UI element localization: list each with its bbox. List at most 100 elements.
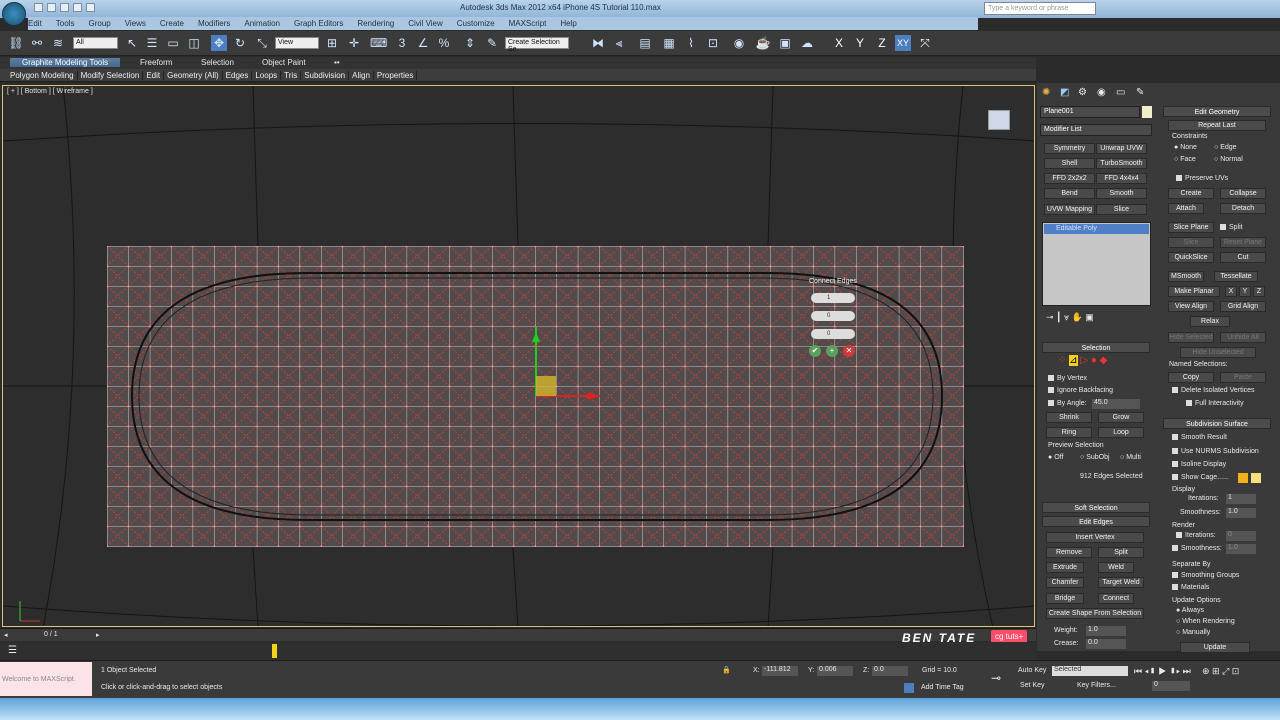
graphite-tools-icon[interactable]: ▦	[661, 35, 677, 51]
constraint-normal-radio[interactable]: ○ Normal	[1214, 156, 1243, 163]
new-icon[interactable]	[34, 3, 43, 12]
select-by-name-icon[interactable]: ☰	[144, 35, 160, 51]
caddy-cancel-icon[interactable]: ✕	[843, 345, 855, 357]
display-tab-icon[interactable]: ▭	[1116, 87, 1125, 98]
modify-tab-icon[interactable]: ◩	[1060, 87, 1069, 98]
viewport-nav-icons[interactable]: ⊕ ⊞ ⤢ ⊡	[1202, 666, 1239, 677]
save-icon[interactable]	[60, 3, 69, 12]
insert-vertex-button[interactable]: Insert Vertex	[1046, 532, 1144, 543]
smoothing-groups-checkbox[interactable]: Smoothing Groups	[1172, 572, 1239, 579]
menu-rendering[interactable]: Rendering	[357, 19, 394, 28]
crease-spinner[interactable]: 0.0	[1086, 639, 1126, 649]
tab-object-paint[interactable]: Object Paint	[262, 58, 306, 67]
tab-selection[interactable]: Selection	[201, 58, 234, 67]
render-iterations-spinner[interactable]: 0	[1226, 531, 1256, 541]
update-manually-radio[interactable]: ○ Manually	[1176, 629, 1210, 636]
edit-named-selection-icon[interactable]: ✎	[484, 35, 500, 51]
panel-polygon-modeling[interactable]: Polygon Modeling	[0, 71, 78, 80]
extrude-button[interactable]: Extrude	[1046, 562, 1084, 573]
loop-button[interactable]: Loop	[1098, 427, 1144, 438]
panel-tris[interactable]: Tris	[281, 71, 302, 80]
current-frame-field[interactable]: 0	[1152, 681, 1190, 691]
reset-plane-button[interactable]: Reset Plane	[1220, 237, 1266, 248]
percent-snap-icon[interactable]: %	[436, 35, 452, 51]
snaps-toggle-icon[interactable]: 3	[394, 35, 410, 51]
menu-graph-editors[interactable]: Graph Editors	[294, 19, 343, 28]
modifier-list-dropdown[interactable]: Modifier List	[1040, 124, 1152, 136]
chamfer-button[interactable]: Chamfer	[1046, 577, 1084, 588]
planar-z-button[interactable]: Z	[1253, 286, 1265, 297]
keyboard-shortcut-override-icon[interactable]: ⌨	[370, 35, 387, 51]
ignore-backfacing-checkbox[interactable]: Ignore Backfacing	[1048, 387, 1113, 394]
target-weld-button[interactable]: Target Weld	[1098, 577, 1144, 588]
viewport-bottom[interactable]: [ + ] [ Bottom ] [ Wireframe ] Connect E…	[2, 85, 1035, 627]
make-planar-button[interactable]: Make Planar	[1168, 286, 1220, 297]
delete-isolated-checkbox[interactable]: Delete Isolated Vertices	[1172, 387, 1255, 394]
unlink-icon[interactable]: ⚯	[29, 35, 45, 51]
named-selection-sets-dropdown[interactable]: Create Selection Se	[505, 37, 569, 53]
render-smoothness-spinner[interactable]: 1.0	[1226, 544, 1256, 554]
object-color-swatch[interactable]	[1142, 106, 1152, 118]
time-marker[interactable]	[272, 644, 277, 658]
panel-edit[interactable]: Edit	[143, 71, 165, 80]
split-edge-button[interactable]: Split	[1098, 547, 1144, 558]
app-logo-icon[interactable]	[2, 2, 26, 26]
ffd-4x4x4-button[interactable]: FFD 4x4x4	[1096, 173, 1147, 184]
preview-multi-radio[interactable]: ○ Multi	[1120, 454, 1141, 461]
time-slider-next-icon[interactable]: ▸	[96, 631, 100, 639]
cage-selected-color-swatch[interactable]	[1251, 473, 1261, 483]
ring-button[interactable]: Ring	[1046, 427, 1092, 438]
select-move-icon[interactable]: ✥	[211, 35, 227, 51]
motion-tab-icon[interactable]: ◉	[1097, 87, 1106, 98]
y-coordinate-field[interactable]: 0.006	[817, 666, 853, 676]
menu-help[interactable]: Help	[560, 19, 576, 28]
weight-spinner[interactable]: 1.0	[1086, 626, 1126, 636]
undo-icon[interactable]	[73, 3, 82, 12]
subobject-mode-icons[interactable]: ⁘ ⊿ ▷ ● ◆	[1058, 355, 1107, 366]
mini-curve-editor-icon[interactable]: ☰	[8, 645, 17, 656]
spinner-snap-icon[interactable]: ⇕	[462, 35, 478, 51]
menu-edit[interactable]: Edit	[28, 19, 42, 28]
axis-constraint-z-icon[interactable]: Z	[874, 35, 890, 51]
copy-button[interactable]: Copy	[1168, 372, 1214, 383]
bend-button[interactable]: Bend	[1044, 188, 1095, 199]
render-iterations-label[interactable]: Iterations:	[1176, 532, 1216, 539]
search-input[interactable]: Type a keyword or phrase	[984, 2, 1096, 15]
constraint-none-radio[interactable]: ● None	[1174, 144, 1197, 151]
panel-modify-selection[interactable]: Modify Selection	[77, 71, 144, 80]
edit-edges-rollout-header[interactable]: Edit Edges	[1042, 516, 1150, 527]
caddy-apply-icon[interactable]: +	[826, 345, 838, 357]
attach-button[interactable]: Attach	[1168, 203, 1204, 214]
constraint-face-radio[interactable]: ○ Face	[1174, 156, 1196, 163]
symmetry-button[interactable]: Symmetry	[1044, 143, 1095, 154]
isoline-display-checkbox[interactable]: Isoline Display	[1172, 461, 1226, 468]
tab-freeform[interactable]: Freeform	[140, 58, 172, 67]
menu-animation[interactable]: Animation	[244, 19, 280, 28]
turbosmooth-button[interactable]: TurboSmooth	[1096, 158, 1147, 169]
pivot-center-icon[interactable]: ⊞	[324, 35, 340, 51]
preserve-uvs-checkbox[interactable]: Preserve UVs	[1176, 175, 1228, 182]
materials-checkbox[interactable]: Materials	[1172, 584, 1209, 591]
angle-spinner[interactable]: 45.0	[1092, 399, 1140, 409]
update-button[interactable]: Update	[1180, 642, 1250, 653]
connect-segments-field[interactable]: 1	[811, 293, 855, 303]
panel-geometry-all[interactable]: Geometry (All)	[164, 71, 223, 80]
schematic-view-icon[interactable]: ⊡	[705, 35, 721, 51]
relax-button[interactable]: Relax	[1190, 316, 1230, 327]
panel-subdivision[interactable]: Subdivision	[301, 71, 350, 80]
axis-constraint-x-icon[interactable]: X	[831, 35, 847, 51]
quickslice-button[interactable]: QuickSlice	[1168, 252, 1214, 263]
menu-create[interactable]: Create	[160, 19, 184, 28]
panel-properties[interactable]: Properties	[373, 71, 418, 80]
layer-manager-icon[interactable]: ▤	[637, 35, 653, 51]
playback-controls-icon[interactable]: ⏮ ◂▮ ▶ ▮▸ ⏭	[1134, 666, 1191, 677]
open-icon[interactable]	[47, 3, 56, 12]
selection-lock-icon[interactable]: 🔒	[722, 666, 731, 674]
preview-subobj-radio[interactable]: ○ SubObj	[1080, 454, 1110, 461]
slice-plane-button[interactable]: Slice Plane	[1168, 222, 1214, 233]
update-when-rendering-radio[interactable]: ○ When Rendering	[1176, 618, 1235, 625]
z-coordinate-field[interactable]: 0.0	[872, 666, 908, 676]
tessellate-button[interactable]: Tessellate	[1214, 271, 1258, 282]
render-smoothness-label[interactable]: Smoothness:	[1172, 545, 1222, 552]
ffd-2x2x2-button[interactable]: FFD 2x2x2	[1044, 173, 1095, 184]
